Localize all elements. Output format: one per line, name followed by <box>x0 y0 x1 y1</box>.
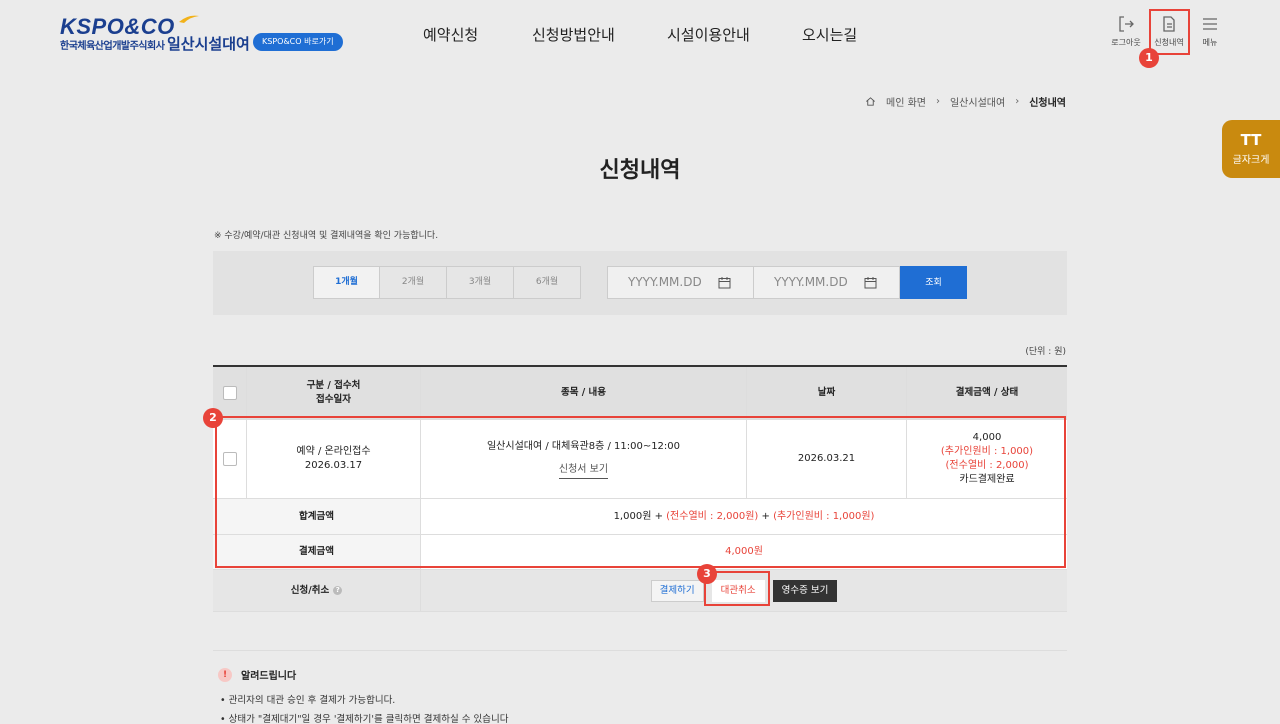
calendar-icon[interactable] <box>864 276 877 289</box>
notice-title-text: 알려드립니다 <box>241 671 297 682</box>
breadcrumb-home[interactable]: 메인 화면 <box>886 94 926 109</box>
hamburger-icon <box>1203 18 1217 30</box>
select-all-checkbox[interactable] <box>222 386 237 400</box>
search-panel: 1개월 2개월 3개월 6개월 YYYY.MM.DD YYYY.MM.DD 조회 <box>213 251 1067 315</box>
period-6-months[interactable]: 6개월 <box>514 266 581 299</box>
header-type-text: 구분 / 접수처 <box>306 380 361 391</box>
notice-title: ! 알려드립니다 <box>218 667 296 682</box>
period-2-months[interactable]: 2개월 <box>380 266 447 299</box>
callout-badge-3: 3 <box>697 564 717 584</box>
end-date-input[interactable]: YYYY.MM.DD <box>753 266 900 299</box>
logout-icon <box>1119 16 1134 32</box>
start-date-placeholder: YYYY.MM.DD <box>628 275 702 289</box>
site-header: KSPO&CO 한국체육산업개발주식회사 일산시설대여 KSPO&CO 바로가기… <box>0 0 1280 80</box>
period-tabs: 1개월 2개월 3개월 6개월 <box>313 266 581 299</box>
callout-box-2 <box>215 416 1066 568</box>
callout-box-1 <box>1149 9 1190 55</box>
notice-item: • 관리자의 대관 승인 후 결제가 가능합니다. <box>220 695 396 706</box>
font-size-icon: TT <box>1240 131 1262 149</box>
logo-swoosh-icon <box>179 15 199 23</box>
start-date-input[interactable]: YYYY.MM.DD <box>607 266 754 299</box>
kspo-logo[interactable]: KSPO&CO 한국체육산업개발주식회사 <box>60 14 199 54</box>
header-received-date-text: 접수일자 <box>316 394 351 405</box>
home-icon[interactable] <box>865 96 876 107</box>
breadcrumb-current: 신청내역 <box>1029 98 1066 109</box>
breadcrumb: 메인 화면 › 일산시설대여 › 신청내역 <box>865 94 1066 109</box>
callout-badge-2: 2 <box>203 408 223 428</box>
page-note: ※ 수강/예약/대관 신청내역 및 결제내역을 확인 가능합니다. <box>214 231 439 241</box>
actions-row: 신청/취소 ? 결제하기 대관취소 영수증 보기 <box>213 570 1067 612</box>
site-name[interactable]: 일산시설대여 <box>167 33 250 54</box>
view-receipt-button[interactable]: 영수증 보기 <box>772 579 838 602</box>
history-table: 구분 / 접수처 접수일자 종목 / 내용 날짜 결제금액 / 상태 예약 / … <box>213 365 1067 612</box>
calendar-icon[interactable] <box>718 276 731 289</box>
unit-label: (단위 : 원) <box>1025 347 1066 357</box>
notice-item: • 상태가 "결제대기"일 경우 '결제하기'를 클릭하면 결제하실 수 있습니… <box>220 714 509 724</box>
callout-badge-1: 1 <box>1139 48 1159 68</box>
nav-reservation[interactable]: 예약신청 <box>423 24 478 45</box>
actions-label: 신청/취소 <box>290 584 330 596</box>
chevron-right-icon: › <box>935 96 940 107</box>
header-date: 날짜 <box>747 367 907 419</box>
breadcrumb-facility[interactable]: 일산시설대여 <box>950 94 1005 109</box>
menu-button[interactable]: 메뉴 <box>1198 14 1222 48</box>
chevron-right-icon: › <box>1015 96 1020 107</box>
nav-directions[interactable]: 오시는길 <box>802 24 857 45</box>
header-content: 종목 / 내용 <box>421 367 747 419</box>
table-header-row: 구분 / 접수처 접수일자 종목 / 내용 날짜 결제금액 / 상태 <box>213 367 1067 420</box>
notice-divider <box>213 650 1067 651</box>
nav-how-to-apply[interactable]: 신청방법안내 <box>532 24 615 45</box>
logo-text: KSPO&CO <box>60 14 175 39</box>
logout-button[interactable]: 로그아웃 <box>1106 14 1146 48</box>
header-type: 구분 / 접수처 접수일자 <box>247 367 421 419</box>
actions-label-cell: 신청/취소 ? <box>213 570 421 611</box>
search-button[interactable]: 조회 <box>900 266 967 299</box>
logout-label: 로그아웃 <box>1111 38 1141 47</box>
alert-icon: ! <box>218 667 232 682</box>
period-1-month[interactable]: 1개월 <box>313 266 380 299</box>
help-icon[interactable]: ? <box>333 586 343 595</box>
logo-subtitle: 한국체육산업개발주식회사 <box>60 41 165 52</box>
menu-label: 메뉴 <box>1202 38 1218 47</box>
pay-button[interactable]: 결제하기 <box>650 579 704 602</box>
period-3-months[interactable]: 3개월 <box>447 266 514 299</box>
header-amount: 결제금액 / 상태 <box>955 387 1019 398</box>
kspo-link-button[interactable]: KSPO&CO 바로가기 <box>253 33 343 51</box>
page-title: 신청내역 <box>599 158 681 183</box>
end-date-placeholder: YYYY.MM.DD <box>774 275 848 289</box>
nav-facility-guide[interactable]: 시설이용안내 <box>667 24 750 45</box>
